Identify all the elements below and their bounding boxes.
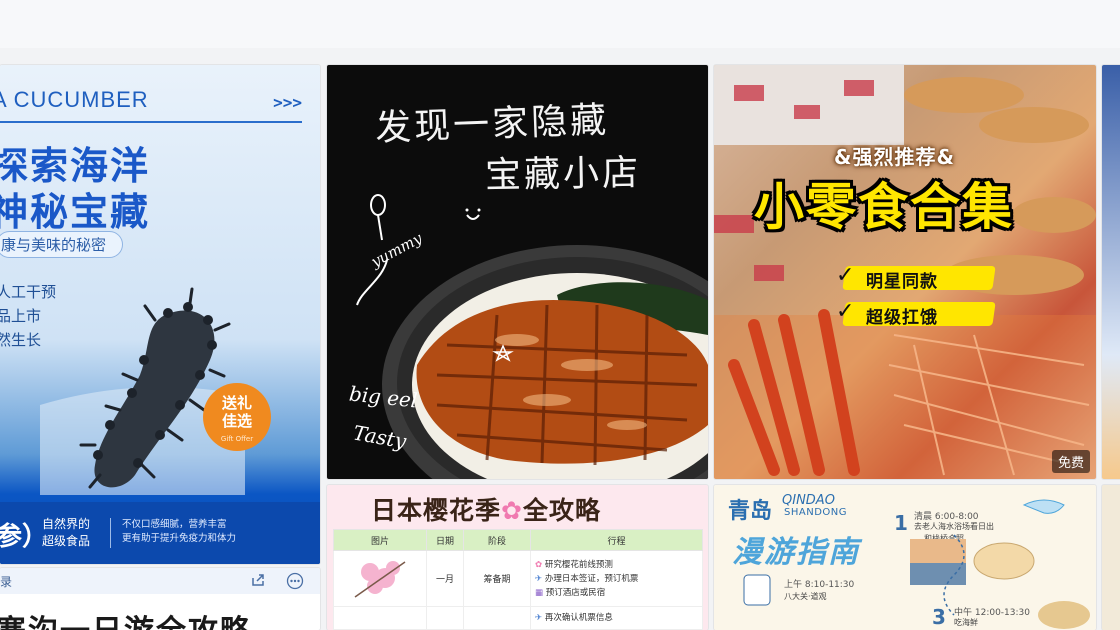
sakura-title-suffix: 全攻略 — [522, 496, 601, 525]
qingdao-illustration — [743, 499, 1090, 629]
col-header: 图片 — [333, 529, 427, 551]
more-icon[interactable] — [286, 572, 304, 590]
row-stage — [463, 606, 531, 630]
badge-line1: 送礼 — [221, 394, 252, 412]
table-row: 一月 筹备期 ✿ 研究樱花前线预测 ✈ 办理日本签证，预订机票 ▦ 预订酒店或民… — [333, 550, 703, 607]
col-header: 阶段 — [463, 529, 531, 551]
eel-headline-line2: 宝藏小店 — [484, 152, 642, 197]
badge-small: Gift Offer — [220, 435, 254, 443]
article-toolbar: 录 — [0, 568, 320, 594]
jiuzhaigou-article-card[interactable]: 录 寨沟一日游全攻略 — [0, 568, 320, 630]
snacks-card[interactable]: &强烈推荐& 小零食合集 ✓ 明星同款 ✓ 超级扛饿 免费 — [714, 65, 1096, 479]
snacks-title: 小零食合集 — [754, 178, 1014, 236]
task-item-text: 预订酒店或民宿 — [545, 587, 606, 598]
row-image — [333, 550, 427, 607]
task-item-text: 再次确认机票信息 — [544, 613, 613, 623]
col-header: 日期 — [426, 529, 464, 551]
row-date: 一月 — [426, 550, 464, 607]
article-title: 寨沟一日游全攻略 — [0, 606, 252, 630]
card-eng-title: A CUCUMBER — [0, 87, 149, 112]
footer-small-text: 不仅口感细腻，营养丰富 更有助于提升免疫力和体力 — [122, 518, 236, 546]
bullet-3: 然生长 — [0, 331, 42, 349]
row-date — [426, 606, 464, 630]
sakura-guide-card[interactable]: 日本樱花季✿全攻略 图片 日期 阶段 行程 一月 筹备期 ✿ 研究樱花前线预测 … — [327, 485, 708, 630]
plane-icon: ✈ — [535, 573, 543, 584]
footer-small-line1: 不仅口感细腻，营养丰富 — [122, 519, 227, 530]
flower-icon: ✿ — [535, 559, 543, 570]
check-label-2: 超级扛饿 — [866, 308, 938, 328]
step-3-number: 3 — [932, 605, 946, 629]
table-header-row: 图片 日期 阶段 行程 — [333, 529, 703, 551]
partial-card-right-top[interactable] — [1102, 65, 1120, 479]
subtitle-pill: 康与美味的秘密 — [0, 231, 124, 258]
eel-headline-line1: 发现一家隐藏 — [374, 99, 610, 150]
task-item: ✿ 研究樱花前线预测 — [535, 558, 701, 572]
footer-big-text: 参） — [0, 522, 49, 552]
badge-line2: 佳选 — [221, 412, 252, 430]
arrows-icon: >>> — [273, 93, 302, 112]
task-item-text: 研究樱花前线预测 — [544, 559, 613, 570]
checkmark-icon: ✓ — [836, 263, 855, 288]
task-item: ✈ 办理日本签证，预订机票 — [535, 572, 701, 586]
footer-mid-text: 自然界的 超级食品 — [42, 516, 90, 550]
row-tasks: ✈ 再次确认机票信息 — [530, 606, 703, 630]
check-item-2: ✓ 超级扛饿 — [836, 299, 1006, 328]
row-tasks: ✿ 研究樱花前线预测 ✈ 办理日本签证，预订机票 ▦ 预订酒店或民宿 — [530, 550, 703, 607]
task-item-text: 办理日本签证，预订机票 — [544, 573, 639, 584]
footer-divider — [110, 518, 111, 548]
check-item-1: ✓ 明星同款 — [836, 263, 1006, 292]
share-icon[interactable] — [250, 572, 266, 588]
step-2-time: 上午 8:10-11:30 — [784, 580, 855, 590]
free-badge: 免费 — [1051, 450, 1090, 473]
plane-icon: ✈ — [535, 613, 543, 623]
sakura-table: 图片 日期 阶段 行程 一月 筹备期 ✿ 研究樱花前线预测 ✈ 办理日本签证，预… — [333, 529, 703, 630]
footer-mid-line2: 超级食品 — [42, 534, 91, 548]
sea-cucumber-card[interactable]: A CUCUMBER >>> 探索海洋 神秘宝藏 康与美味的秘密 人工干预 品上… — [0, 65, 320, 564]
eel-bowl-card[interactable]: 发现一家隐藏 宝藏小店 yummy big eel Tasty — [327, 65, 708, 479]
top-bar — [0, 0, 1120, 48]
sakura-title: 日本樱花季✿全攻略 — [371, 491, 601, 527]
snacks-kicker: &强烈推荐& — [834, 145, 955, 169]
task-item: ▦ 预订酒店或民宿 — [535, 586, 701, 600]
footer-mid-line1: 自然界的 — [42, 517, 91, 531]
task-item: ✈ 再次确认机票信息 — [535, 611, 701, 625]
row-stage: 筹备期 — [463, 550, 531, 607]
table-row: ✈ 再次确认机票信息 — [333, 606, 703, 630]
footer-small-line2: 更有助于提升免疫力和体力 — [122, 533, 237, 544]
divider — [0, 121, 302, 123]
sakura-title-main: 日本樱花季 — [371, 496, 502, 525]
row-image — [333, 606, 427, 630]
sakura-image — [354, 561, 406, 598]
card-footer: 参） 自然界的 超级食品 不仅口感细腻，营养丰富 更有助于提升免疫力和体力 — [0, 502, 320, 564]
qingdao-guide-card[interactable]: 青岛 QINDAO SHANDONG 漫游指南 1 清晨 6:00-8:00 去… — [714, 485, 1096, 630]
bullet-2: 品上市 — [0, 307, 42, 325]
sakura-flower-icon: ✿ — [501, 496, 523, 525]
step-2-note: 八大关·道观 — [784, 592, 827, 601]
hotel-icon: ▦ — [535, 587, 544, 598]
gift-badge: 送礼 佳选 Gift Offer — [203, 383, 271, 451]
col-header: 行程 — [530, 529, 703, 551]
image-grid: A CUCUMBER >>> 探索海洋 神秘宝藏 康与美味的秘密 人工干预 品上… — [0, 60, 1120, 630]
toolbar-label: 录 — [0, 575, 13, 589]
headline-line2: 神秘宝藏 — [0, 190, 151, 234]
step-3-note: 吃海鲜 — [954, 618, 978, 627]
check-label-1: 明星同款 — [866, 272, 938, 292]
partial-card-right-bottom[interactable] — [1102, 485, 1120, 630]
checkmark-icon: ✓ — [836, 299, 855, 324]
